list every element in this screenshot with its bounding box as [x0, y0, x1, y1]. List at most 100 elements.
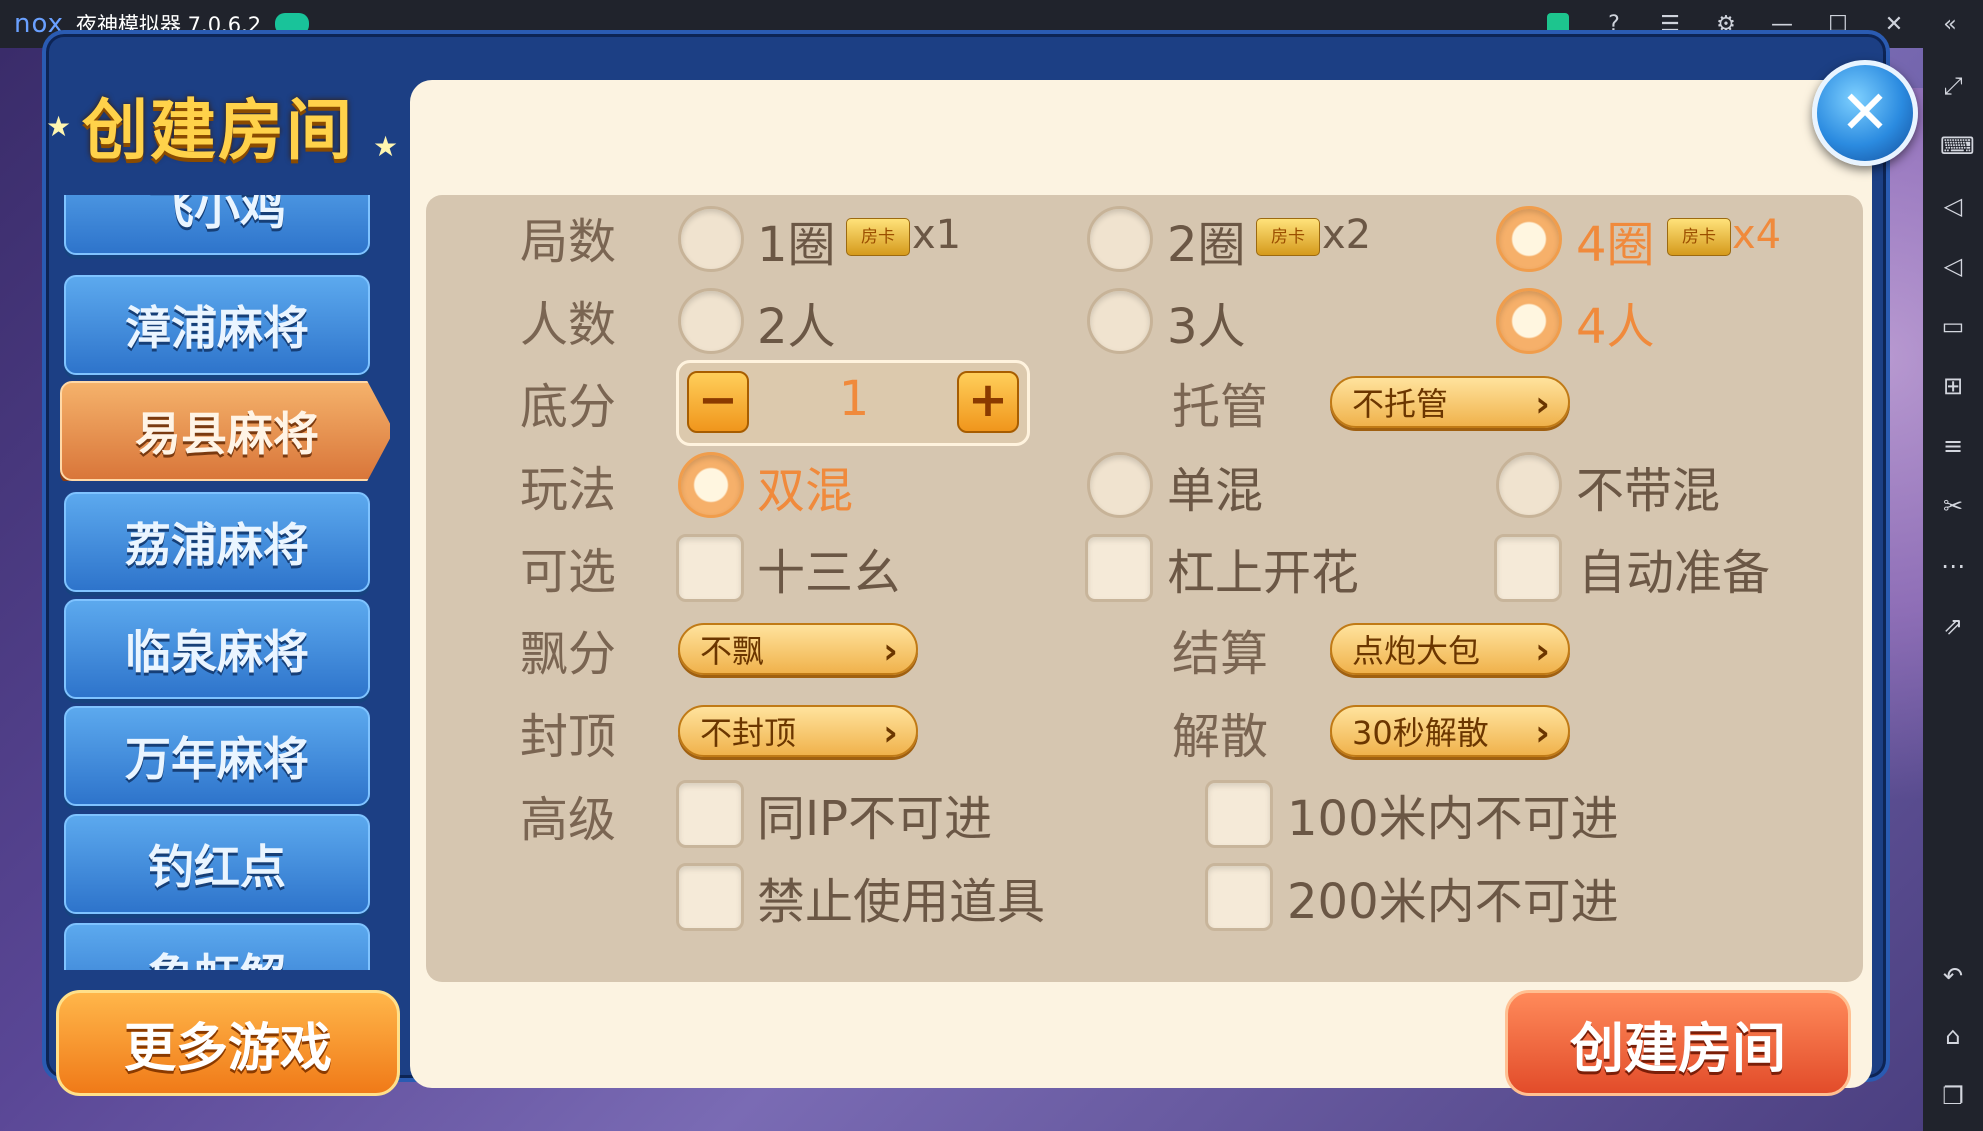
base-score-stepper: − 1 + — [676, 360, 1030, 446]
play-danhun-text: 单混 — [1167, 463, 1264, 519]
cap-label: 封顶 — [520, 709, 617, 765]
play-label: 玩法 — [520, 462, 617, 518]
float-label: 飘分 — [520, 626, 617, 682]
trustee-dropdown[interactable]: 不托管 › — [1330, 376, 1570, 428]
game-item[interactable]: 飞小鸡 — [64, 195, 370, 255]
chevron-right-icon: › — [1535, 384, 1550, 425]
float-value: 不飘 — [700, 632, 765, 670]
screen-icon[interactable]: ▭ — [1940, 313, 1966, 339]
game-item[interactable]: 钓红点 — [64, 814, 370, 914]
rounds-4-mult: x4 — [1732, 212, 1782, 258]
apk-install-icon[interactable]: ⊞ — [1940, 373, 1966, 399]
close-window-icon[interactable]: ✕ — [1881, 11, 1907, 37]
trustee-label: 托管 — [1172, 379, 1269, 435]
multi-instance-icon[interactable]: ≡ — [1940, 433, 1966, 459]
collapse-sidebar-icon[interactable]: « — [1937, 11, 1963, 37]
rounds-2-text: 2圈 — [1167, 217, 1246, 273]
players-2-radio[interactable] — [678, 288, 744, 354]
game-item[interactable]: 万年麻将 — [64, 706, 370, 806]
no-props-checkbox[interactable] — [676, 863, 744, 931]
rounds-1-mult: x1 — [912, 212, 962, 258]
settle-label: 结算 — [1172, 626, 1269, 682]
cap-value: 不封顶 — [700, 714, 797, 752]
back-icon[interactable]: ↶ — [1940, 963, 1966, 989]
game-item[interactable]: 临泉麻将 — [64, 599, 370, 699]
rounds-label: 局数 — [520, 214, 617, 270]
game-list: 飞小鸡 漳浦麻将 易县麻将 荔浦麻将 临泉麻将 万年麻将 钓红点 象虹解 — [60, 195, 390, 970]
share-icon[interactable]: ⇗ — [1940, 613, 1966, 639]
kong-bloom-text: 杠上开花 — [1167, 545, 1360, 601]
room-card-icon: 房卡 — [846, 218, 910, 256]
plus-button[interactable]: + — [957, 371, 1019, 433]
more-games-button[interactable]: 更多游戏 — [56, 990, 400, 1096]
settle-value: 点炮大包 — [1352, 632, 1481, 670]
optional-label: 可选 — [520, 544, 617, 600]
chevron-right-icon: › — [1535, 713, 1550, 754]
distance-100-text: 100米内不可进 — [1287, 791, 1619, 847]
keyboard-icon[interactable]: ⌨ — [1940, 133, 1975, 159]
distance-100-checkbox[interactable] — [1205, 780, 1273, 848]
chevron-right-icon: › — [883, 713, 898, 754]
rounds-4-radio[interactable] — [1496, 206, 1562, 272]
thirteen-orphans-checkbox[interactable] — [676, 534, 744, 602]
no-props-text: 禁止使用道具 — [757, 874, 1046, 930]
scissors-icon[interactable]: ✂ — [1940, 493, 1966, 519]
minus-button[interactable]: − — [687, 371, 749, 433]
star-icon: ★ — [373, 130, 399, 163]
advanced-label: 高级 — [520, 792, 617, 848]
dialog-title-badge: ★ 创建房间 ★ — [28, 70, 408, 180]
rounds-1-text: 1圈 — [757, 217, 836, 273]
fullscreen-icon[interactable]: ⤢ — [1940, 73, 1966, 99]
star-icon: ★ — [46, 110, 72, 143]
players-label: 人数 — [520, 297, 617, 353]
home-icon[interactable]: ⌂ — [1940, 1023, 1966, 1049]
play-shuanghun-radio[interactable] — [678, 452, 744, 518]
chevron-right-icon: › — [1535, 631, 1550, 672]
volume-up-icon[interactable]: ◁ — [1940, 193, 1966, 219]
room-card-icon: 房卡 — [1667, 218, 1731, 256]
game-item-selected[interactable]: 易县麻将 — [60, 381, 390, 481]
rounds-4-text: 4圈 — [1576, 217, 1655, 273]
volume-down-icon[interactable]: ◁ — [1940, 253, 1966, 279]
dismiss-label: 解散 — [1172, 709, 1269, 765]
create-room-button[interactable]: 创建房间 — [1505, 990, 1851, 1096]
rounds-1-radio[interactable] — [678, 206, 744, 272]
emulator-sidebar: ⤢ ⌨ ◁ ◁ ▭ ⊞ ≡ ✂ ⋯ ⇗ ↶ ⌂ ❐ — [1923, 48, 1983, 1131]
game-item[interactable]: 漳浦麻将 — [64, 275, 370, 375]
more-icon[interactable]: ⋯ — [1940, 553, 1966, 579]
rounds-2-mult: x2 — [1322, 212, 1372, 258]
base-score-label: 底分 — [520, 379, 617, 435]
distance-200-text: 200米内不可进 — [1287, 874, 1619, 930]
room-card-icon: 房卡 — [1256, 218, 1320, 256]
play-buhun-text: 不带混 — [1576, 463, 1721, 519]
recent-apps-icon[interactable]: ❐ — [1940, 1083, 1966, 1109]
dialog-title: 创建房间 — [82, 92, 354, 169]
play-buhun-radio[interactable] — [1496, 452, 1562, 518]
auto-ready-checkbox[interactable] — [1494, 534, 1562, 602]
play-shuanghun-text: 双混 — [757, 463, 854, 519]
players-4-radio[interactable] — [1496, 288, 1562, 354]
players-4-text: 4人 — [1576, 299, 1655, 355]
dismiss-value: 30秒解散 — [1352, 714, 1489, 752]
base-score-value: 1 — [838, 371, 870, 427]
rounds-2-radio[interactable] — [1087, 206, 1153, 272]
thirteen-orphans-text: 十三幺 — [757, 545, 902, 601]
players-2-text: 2人 — [757, 299, 836, 355]
game-item[interactable]: 象虹解 — [64, 923, 370, 970]
game-item[interactable]: 荔浦麻将 — [64, 492, 370, 592]
close-button[interactable]: ✕ — [1812, 60, 1918, 166]
play-danhun-radio[interactable] — [1087, 452, 1153, 518]
dismiss-dropdown[interactable]: 30秒解散 › — [1330, 705, 1570, 757]
float-dropdown[interactable]: 不飘 › — [678, 623, 918, 675]
settle-dropdown[interactable]: 点炮大包 › — [1330, 623, 1570, 675]
same-ip-text: 同IP不可进 — [757, 791, 993, 847]
chevron-right-icon: › — [883, 631, 898, 672]
players-3-text: 3人 — [1167, 299, 1246, 355]
cap-dropdown[interactable]: 不封顶 › — [678, 705, 918, 757]
kong-bloom-checkbox[interactable] — [1085, 534, 1153, 602]
players-3-radio[interactable] — [1087, 288, 1153, 354]
distance-200-checkbox[interactable] — [1205, 863, 1273, 931]
same-ip-checkbox[interactable] — [676, 780, 744, 848]
trustee-value: 不托管 — [1352, 385, 1449, 423]
auto-ready-text: 自动准备 — [1578, 545, 1771, 601]
